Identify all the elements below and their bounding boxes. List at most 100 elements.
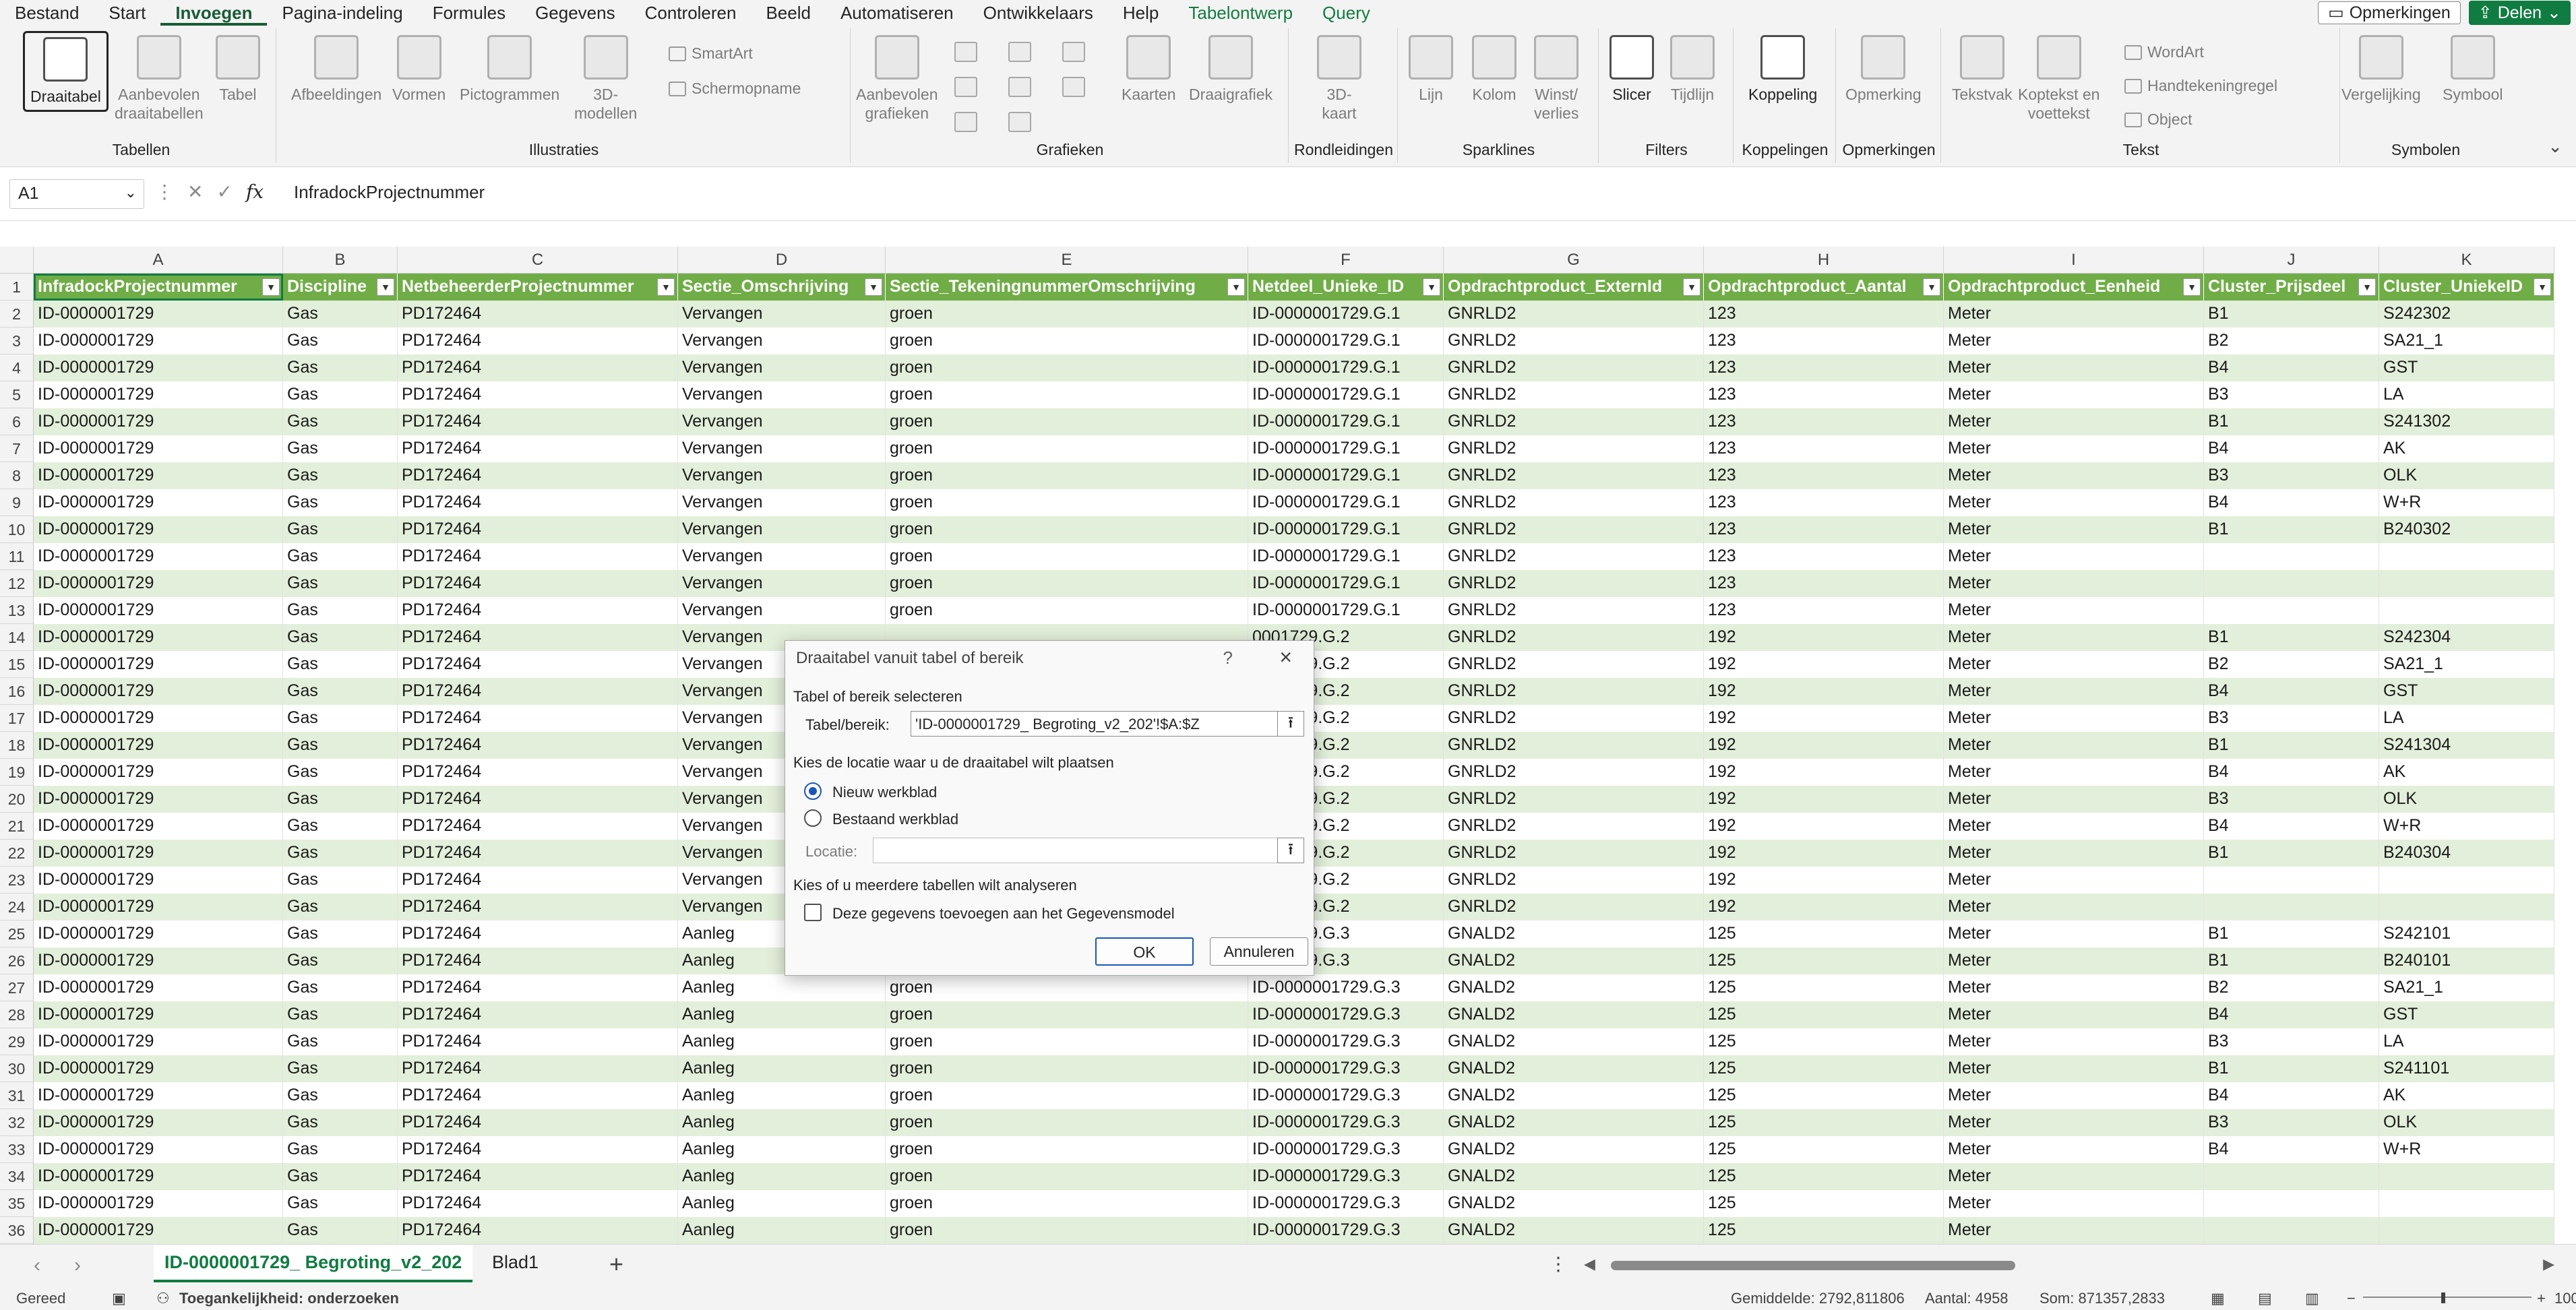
table-header-cell[interactable]: Cluster_Prijsdeel ▼ [2204,274,2379,301]
table-cell[interactable]: Meter [1944,408,2204,435]
table-cell[interactable]: PD172464 [398,597,678,624]
schermopname-button[interactable]: Schermopname [669,80,801,98]
table-cell[interactable]: B3 [2204,705,2379,732]
range-picker-icon[interactable]: ⭱ [1277,711,1304,737]
table-cell[interactable]: Meter [1944,1217,2204,1244]
table-cell[interactable]: PD172464 [398,1217,678,1244]
column-header-d[interactable]: D [678,247,886,274]
table-cell[interactable]: ID-0000001729 [34,678,283,705]
table-cell[interactable] [2379,570,2554,597]
table-cell[interactable]: B3 [2204,381,2379,408]
table-cell[interactable]: ID-0000001729.G.3 [1248,974,1444,1001]
table-cell[interactable]: Gas [283,1217,398,1244]
row-header[interactable]: 34 [0,1163,34,1190]
menu-tab-gegevens[interactable]: Gegevens [520,0,630,26]
table-cell[interactable]: Meter [1944,489,2204,516]
table-cell[interactable]: Meter [1944,947,2204,974]
table-cell[interactable]: ID-0000001729 [34,1028,283,1055]
table-cell[interactable]: GNRLD2 [1444,732,1704,759]
table-cell[interactable]: Gas [283,570,398,597]
table-cell[interactable]: B2 [2204,974,2379,1001]
table-cell[interactable]: 125 [1704,1082,1944,1109]
table-cell[interactable]: ID-0000001729 [34,1082,283,1109]
table-cell[interactable]: ID-0000001729 [34,381,283,408]
row-header[interactable]: 5 [0,381,34,408]
sheet-tab-begroting[interactable]: ID-0000001729_ Begroting_v2_202 [154,1245,473,1282]
menu-tab-tabelontwerp[interactable]: Tabelontwerp [1173,0,1308,26]
table-cell[interactable]: GST [2379,678,2554,705]
row-header[interactable]: 15 [0,651,34,678]
table-cell[interactable]: Aanleg [678,1055,886,1082]
table-cell[interactable]: Vervangen [678,301,886,328]
row-header[interactable]: 16 [0,678,34,705]
table-cell[interactable]: B3 [2204,786,2379,813]
table-cell[interactable]: ID-0000001729.G.1 [1248,408,1444,435]
name-box[interactable]: A1 ⌄ [9,179,144,209]
table-cell[interactable]: PD172464 [398,328,678,354]
table-cell[interactable]: Aanleg [678,1136,886,1163]
table-cell[interactable]: groen [886,354,1248,381]
menu-tab-invoegen[interactable]: Invoegen [160,0,268,26]
table-cell[interactable]: Meter [1944,543,2204,570]
table-cell[interactable]: PD172464 [398,381,678,408]
3d-kaart-button[interactable]: 3D- kaart [1317,35,1361,123]
table-cell[interactable]: PD172464 [398,1109,678,1136]
table-cell[interactable]: Meter [1944,732,2204,759]
table-cell[interactable]: GNALD2 [1444,947,1704,974]
zoom-level[interactable]: 100% [2554,1290,2576,1307]
page-break-icon[interactable]: ▥ [2305,1290,2319,1307]
table-cell[interactable]: B240101 [2379,947,2554,974]
table-cell[interactable]: ID-0000001729.G.3 [1248,1136,1444,1163]
formula-input[interactable]: InfradockProjectnummer [294,182,485,203]
table-cell[interactable]: groen [886,1217,1248,1244]
table-cell[interactable]: GNRLD2 [1444,840,1704,867]
table-cell[interactable]: PD172464 [398,894,678,921]
table-cell[interactable]: 123 [1704,570,1944,597]
table-cell[interactable] [2204,1163,2379,1190]
table-cell[interactable]: Gas [283,435,398,462]
table-cell[interactable]: Vervangen [678,435,886,462]
table-cell[interactable]: LA [2379,705,2554,732]
table-cell[interactable]: Gas [283,1190,398,1217]
table-cell[interactable]: PD172464 [398,705,678,732]
table-cell[interactable]: Meter [1944,1055,2204,1082]
zoom-slider[interactable] [2363,1297,2532,1298]
row-header[interactable]: 11 [0,543,34,570]
table-header-cell[interactable]: Opdrachtproduct_Eenheid ▼ [1944,274,2204,301]
table-cell[interactable]: 125 [1704,1001,1944,1028]
table-cell[interactable]: PD172464 [398,1055,678,1082]
table-cell[interactable]: Vervangen [678,408,886,435]
menu-tab-pagina-indeling[interactable]: Pagina-indeling [267,0,417,26]
row-header[interactable]: 4 [0,354,34,381]
menu-tab-controleren[interactable]: Controleren [630,0,752,26]
table-cell[interactable]: Gas [283,678,398,705]
table-cell[interactable]: GNRLD2 [1444,489,1704,516]
table-cell[interactable]: OLK [2379,1109,2554,1136]
close-icon[interactable]: × [1279,645,1292,670]
table-cell[interactable] [2379,1217,2554,1244]
table-cell[interactable]: ID-0000001729.G.3 [1248,1082,1444,1109]
table-cell[interactable]: AK [2379,759,2554,786]
table-cell[interactable]: PD172464 [398,813,678,840]
table-cell[interactable]: B240302 [2379,516,2554,543]
table-cell[interactable]: groen [886,597,1248,624]
table-cell[interactable]: 192 [1704,624,1944,651]
row-header[interactable]: 26 [0,947,34,974]
table-cell[interactable]: W+R [2379,489,2554,516]
table-cell[interactable]: groen [886,1190,1248,1217]
table-cell[interactable]: ID-0000001729 [34,543,283,570]
table-cell[interactable]: Vervangen [678,381,886,408]
table-cell[interactable]: ID-0000001729 [34,974,283,1001]
table-cell[interactable]: W+R [2379,813,2554,840]
slicer-button[interactable]: Slicer [1609,35,1654,104]
table-cell[interactable]: ID-0000001729.G.1 [1248,570,1444,597]
table-cell[interactable]: PD172464 [398,543,678,570]
column-chart-icon[interactable] [954,42,977,62]
table-cell[interactable]: Meter [1944,813,2204,840]
opmerking-button[interactable]: Opmerking [1845,35,1921,104]
table-cell[interactable]: Gas [283,894,398,921]
column-header-g[interactable]: G [1444,247,1704,274]
table-cell[interactable]: Gas [283,813,398,840]
table-cell[interactable]: ID-0000001729.G.3 [1248,1001,1444,1028]
table-cell[interactable]: Aanleg [678,1028,886,1055]
